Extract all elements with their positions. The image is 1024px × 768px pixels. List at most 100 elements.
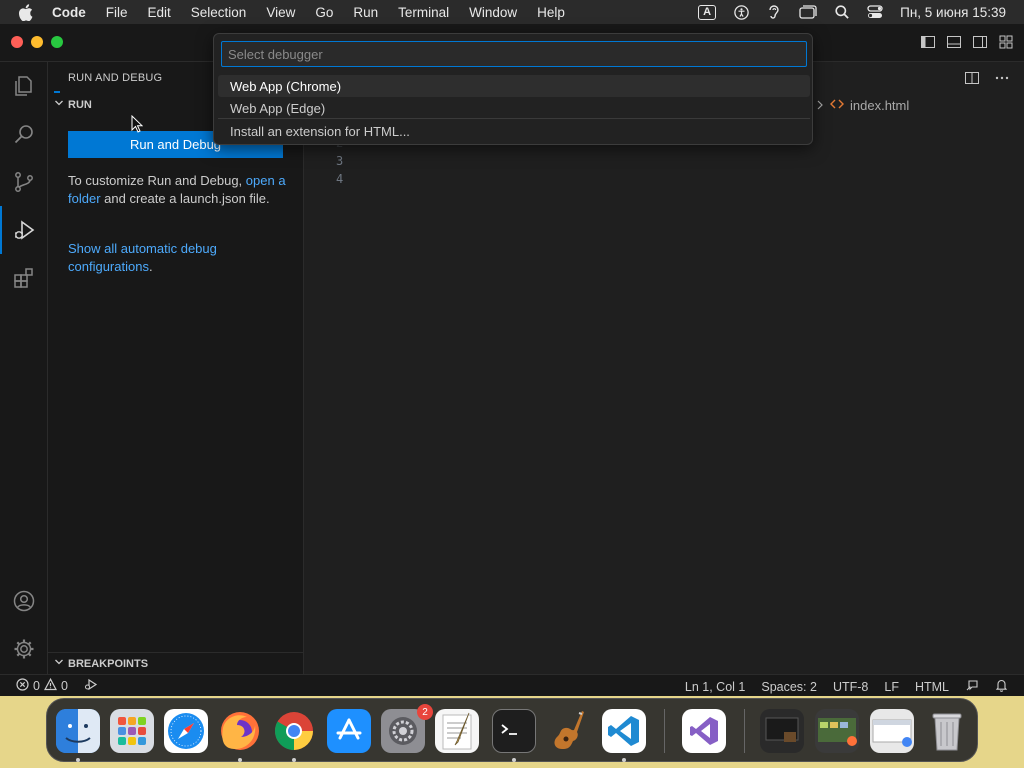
menu-selection[interactable]: Selection — [191, 5, 247, 20]
chrome-icon[interactable] — [272, 709, 316, 753]
window-thumbnail-icon[interactable] — [815, 709, 859, 753]
layout-controls — [920, 34, 1014, 50]
input-source-indicator[interactable]: A — [698, 4, 717, 20]
split-editor-icon[interactable] — [964, 70, 980, 89]
feedback-icon[interactable] — [965, 678, 979, 695]
end-of-line[interactable]: LF — [884, 680, 899, 694]
line-number: 3 — [336, 154, 344, 168]
menu-app-name[interactable]: Code — [52, 5, 86, 20]
menu-edit[interactable]: Edit — [148, 5, 171, 20]
window-thumbnail-icon[interactable] — [760, 709, 804, 753]
explorer-icon[interactable] — [0, 62, 48, 110]
run-section-label: RUN — [68, 98, 92, 111]
app-store-icon[interactable] — [327, 709, 371, 753]
run-section-header[interactable]: RUN — [54, 98, 92, 111]
sidebar-title: RUN AND DEBUG — [68, 72, 163, 84]
select-debugger-quick-pick: Web App (Chrome) Web App (Edge) Install … — [213, 33, 813, 145]
more-actions-icon[interactable] — [994, 70, 1010, 89]
toggle-primary-sidebar-icon[interactable] — [920, 34, 936, 50]
visual-studio-icon[interactable] — [682, 709, 726, 753]
extensions-icon[interactable] — [0, 254, 48, 302]
hearing-icon[interactable] — [767, 4, 781, 20]
customize-text: To customize Run and Debug, — [68, 173, 246, 188]
dock-separator — [744, 709, 745, 753]
chevron-right-icon — [816, 98, 824, 113]
status-bar: 0 0 Ln 1, Col 1 Spaces: 2 UTF-8 LF HTML — [0, 674, 1024, 696]
safari-icon[interactable] — [164, 709, 208, 753]
close-window-button[interactable] — [11, 36, 23, 48]
dock-separator — [664, 709, 665, 753]
trash-icon[interactable] — [925, 709, 969, 753]
cursor-position[interactable]: Ln 1, Col 1 — [685, 680, 745, 694]
customize-description: To customize Run and Debug, open a folde… — [68, 172, 290, 208]
menu-terminal[interactable]: Terminal — [398, 5, 449, 20]
menu-file[interactable]: File — [106, 5, 128, 20]
maximize-window-button[interactable] — [51, 36, 63, 48]
running-indicator — [238, 758, 242, 762]
instruments-icon[interactable] — [546, 709, 590, 753]
breakpoints-label: BREAKPOINTS — [68, 657, 149, 670]
spotlight-search-icon[interactable] — [835, 5, 849, 19]
language-mode[interactable]: HTML — [915, 680, 949, 694]
menu-go[interactable]: Go — [315, 5, 333, 20]
menu-run[interactable]: Run — [353, 5, 378, 20]
editor-actions — [964, 70, 1010, 89]
indentation[interactable]: Spaces: 2 — [761, 680, 817, 694]
quick-pick-input[interactable] — [221, 41, 807, 67]
running-indicator — [76, 758, 80, 762]
control-center-icon[interactable] — [867, 5, 883, 19]
window-thumbnail-icon[interactable] — [870, 709, 914, 753]
quick-pick-item-chrome[interactable]: Web App (Chrome) — [218, 75, 810, 97]
accounts-icon[interactable] — [0, 577, 48, 625]
notifications-bell-icon[interactable] — [995, 678, 1008, 695]
sidebar-progress-indicator — [54, 91, 60, 93]
settings-notification-badge: 2 — [417, 704, 433, 720]
toggle-secondary-sidebar-icon[interactable] — [972, 34, 988, 50]
running-indicator — [622, 758, 626, 762]
accessibility-icon[interactable] — [734, 4, 749, 20]
toggle-panel-icon[interactable] — [946, 34, 962, 50]
apple-menu-icon[interactable] — [18, 3, 34, 21]
error-count: 0 — [33, 679, 40, 693]
breakpoints-section-header[interactable]: BREAKPOINTS — [48, 652, 303, 674]
menubar-status-area: A Пн, 5 июня 15:39 — [689, 0, 1024, 24]
editor-area: index.html 2 3 4 — [304, 62, 1024, 674]
breadcrumb: index.html — [816, 98, 909, 113]
line-number: 4 — [336, 172, 344, 186]
chevron-down-icon — [54, 98, 64, 111]
search-icon[interactable] — [0, 110, 48, 158]
run-and-debug-icon[interactable] — [0, 206, 48, 254]
vscode-icon[interactable] — [602, 709, 646, 753]
firefox-icon[interactable] — [218, 709, 262, 753]
show-debug-configurations-link[interactable]: Show all automatic debug configurations — [68, 241, 217, 274]
terminal-icon[interactable] — [492, 709, 536, 753]
menu-window[interactable]: Window — [469, 5, 517, 20]
source-control-icon[interactable] — [0, 158, 48, 206]
show-configurations-suffix: . — [148, 259, 153, 274]
customize-layout-icon[interactable] — [998, 34, 1014, 50]
mouse-pointer-icon — [131, 114, 144, 136]
debug-launch-icon[interactable] — [84, 678, 98, 694]
menu-help[interactable]: Help — [537, 5, 565, 20]
quick-pick-separator — [218, 118, 810, 119]
finder-icon[interactable] — [56, 709, 100, 753]
textedit-icon[interactable] — [435, 709, 479, 753]
manage-gear-icon[interactable] — [0, 625, 48, 673]
activity-bar — [0, 62, 48, 674]
running-indicator — [512, 758, 516, 762]
window-icon[interactable] — [799, 5, 817, 19]
launchpad-icon[interactable] — [110, 709, 154, 753]
error-icon — [16, 678, 29, 694]
status-problems[interactable]: 0 0 — [16, 677, 98, 694]
mac-menu-bar: Code File Edit Selection View Go Run Ter… — [0, 0, 1024, 24]
file-encoding[interactable]: UTF-8 — [833, 680, 868, 694]
running-indicator — [292, 758, 296, 762]
quick-pick-item-install-extension[interactable]: Install an extension for HTML... — [218, 120, 810, 142]
breadcrumb-file[interactable]: index.html — [850, 98, 909, 113]
quick-pick-item-edge[interactable]: Web App (Edge) — [218, 97, 810, 119]
menu-view[interactable]: View — [266, 5, 295, 20]
html-file-icon — [830, 98, 844, 113]
minimize-window-button[interactable] — [31, 36, 43, 48]
menubar-clock[interactable]: Пн, 5 июня 15:39 — [900, 5, 1006, 20]
warning-count: 0 — [60, 679, 68, 693]
